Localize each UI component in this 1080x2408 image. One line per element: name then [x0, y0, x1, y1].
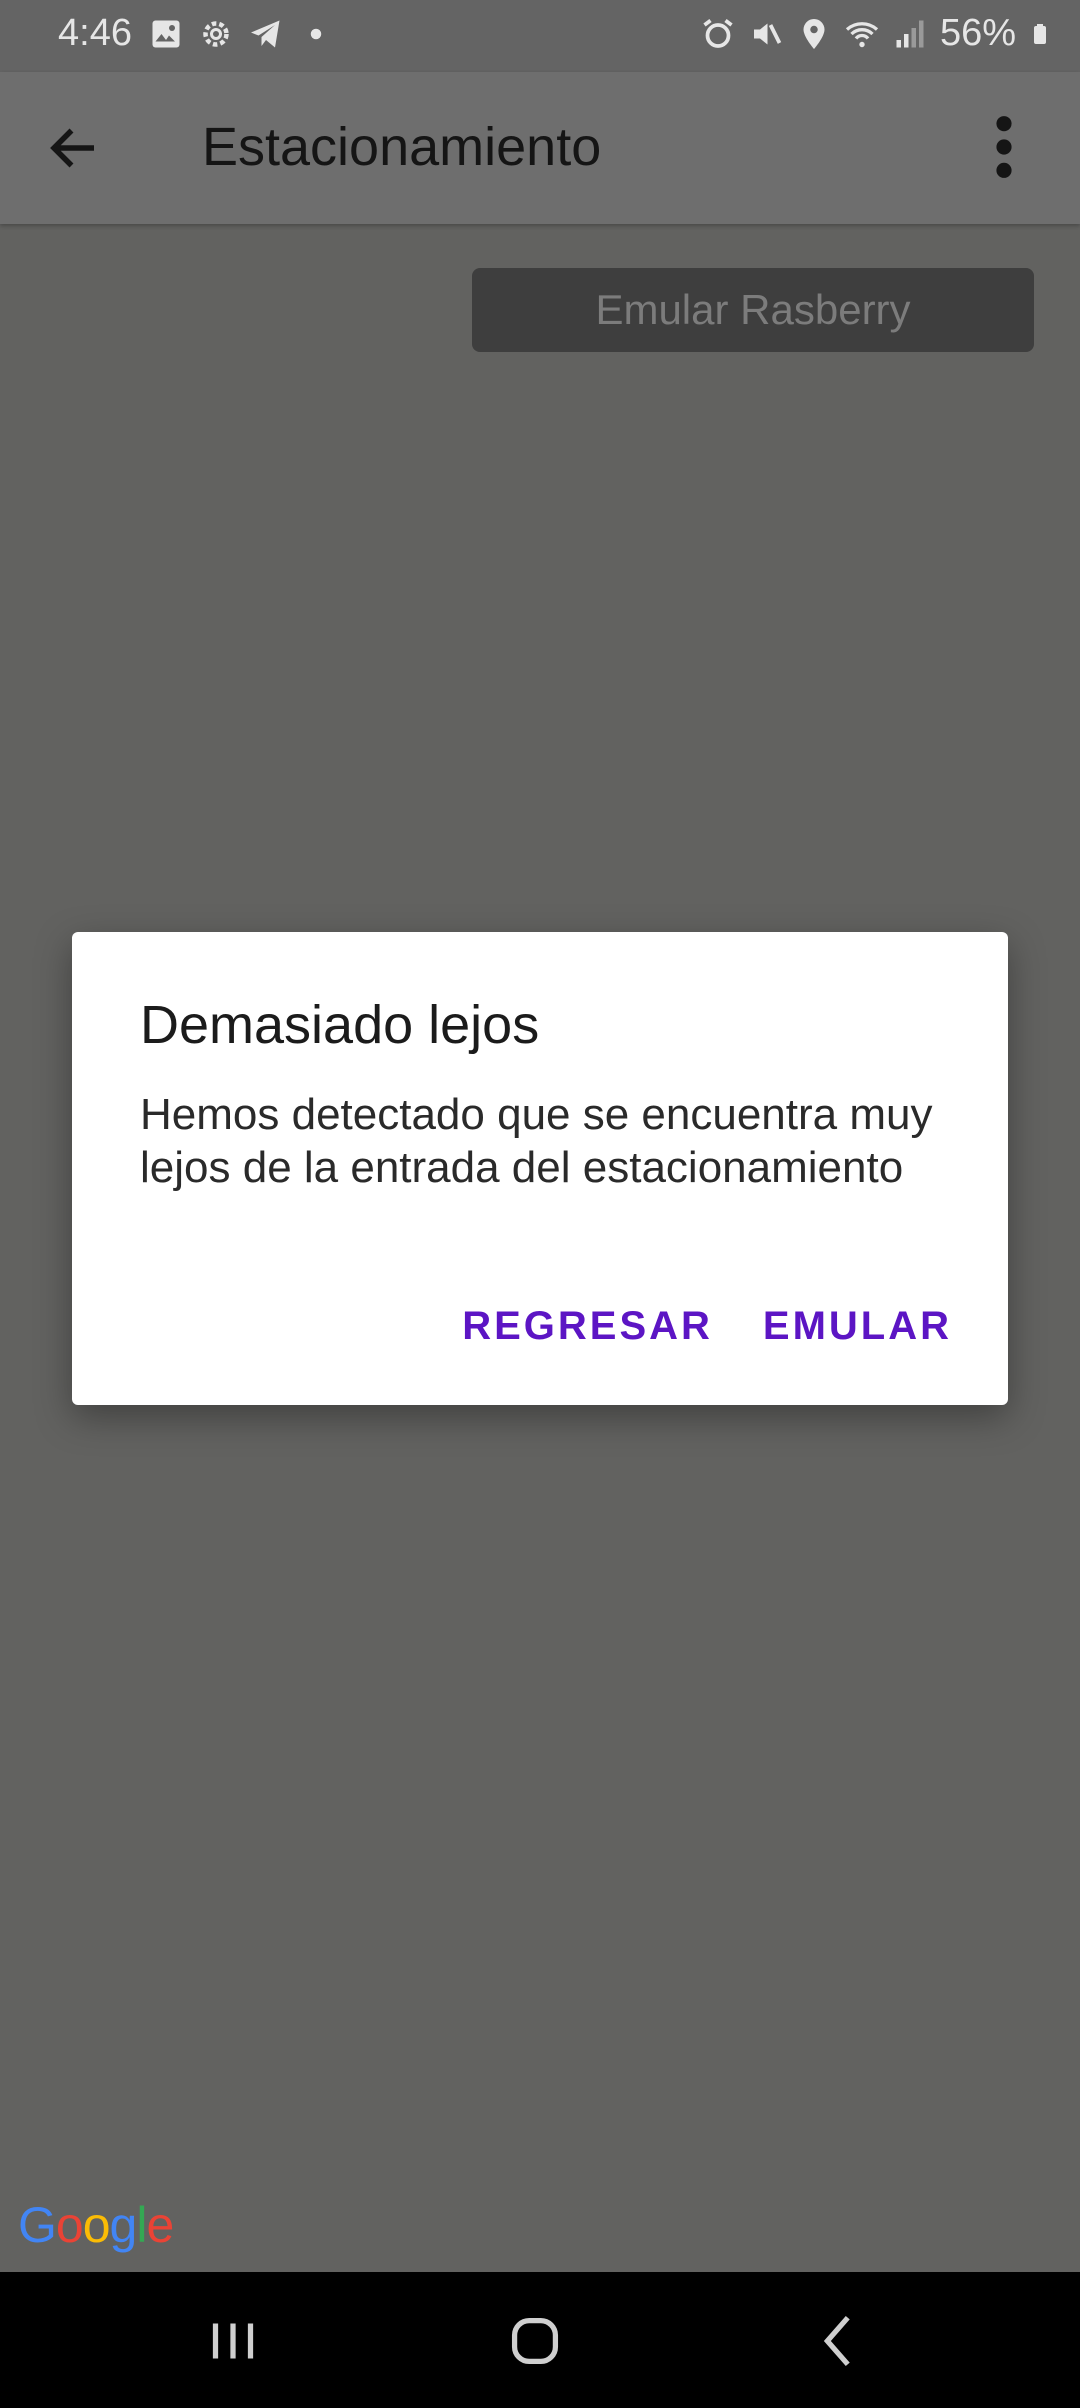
- settings-gear-icon: [203, 21, 229, 47]
- wifi-icon: [845, 21, 879, 47]
- dialog-title: Demasiado lejos: [140, 995, 540, 1055]
- location-icon: [803, 18, 825, 49]
- alarm-icon: [703, 18, 733, 48]
- back-nav-icon[interactable]: [804, 2306, 874, 2376]
- system-navigation-bar: [0, 2272, 1080, 2408]
- more-options-icon[interactable]: [986, 112, 1022, 182]
- notification-dot-icon: [310, 28, 322, 40]
- status-time: 4:46: [58, 12, 132, 54]
- recent-apps-icon[interactable]: [198, 2306, 268, 2376]
- page-title: Estacionamiento: [202, 117, 602, 177]
- app-bar: Estacionamiento: [0, 72, 1080, 224]
- battery-icon: [1034, 23, 1046, 44]
- google-logo: Google: [18, 2197, 174, 2253]
- gallery-icon: [152, 20, 180, 48]
- dialog-message: Hemos detectado que se encuentra muy lej…: [140, 1090, 933, 1192]
- status-notification-icons: [148, 16, 334, 52]
- back-arrow-icon[interactable]: [44, 118, 104, 178]
- regresar-button[interactable]: REGRESAR: [462, 1304, 713, 1349]
- emular-button[interactable]: EMULAR: [763, 1304, 952, 1349]
- telegram-icon: [251, 20, 280, 48]
- dialog-actions: REGRESAR EMULAR: [462, 1304, 952, 1349]
- signal-icon: [896, 20, 924, 47]
- battery-percentage: 56%: [939, 12, 1016, 54]
- status-bar: 4:46 56%: [0, 0, 1080, 72]
- too-far-dialog: Demasiado lejos Hemos detectado que se e…: [72, 932, 1008, 1405]
- emulate-rasberry-button[interactable]: Emular Rasberry: [472, 268, 1034, 352]
- vibrate-mute-icon: [753, 23, 782, 44]
- status-system-icons: 56%: [700, 12, 1052, 55]
- home-icon[interactable]: [500, 2306, 570, 2376]
